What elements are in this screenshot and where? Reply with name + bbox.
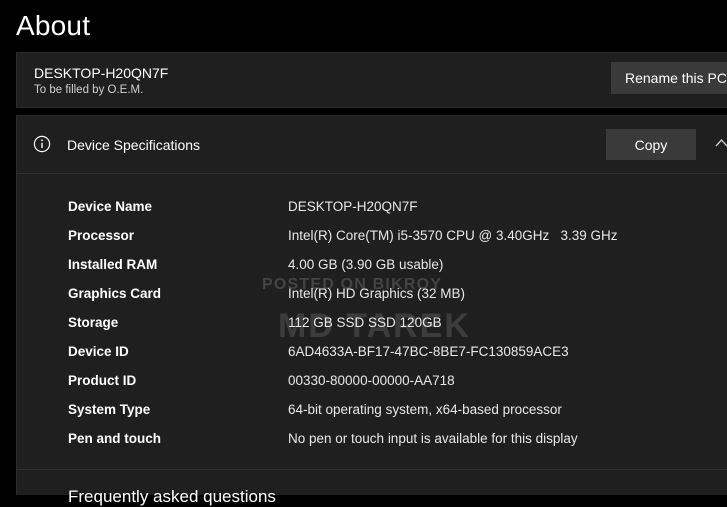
spec-value: Intel(R) Core(TM) i5-3570 CPU @ 3.40GHz …	[288, 228, 618, 243]
info-icon	[33, 135, 51, 153]
spec-label: System Type	[68, 402, 151, 417]
spec-label: Storage	[68, 315, 119, 330]
chevron-up-icon[interactable]	[715, 138, 727, 147]
device-specifications-section: Device Specifications Copy Device Name D…	[16, 115, 727, 506]
copy-button[interactable]: Copy	[606, 129, 696, 160]
spec-label: Graphics Card	[68, 286, 162, 301]
spec-row-processor: Processor Intel(R) Core(TM) i5-3570 CPU …	[68, 228, 718, 248]
related-settings-heading[interactable]: Frequently asked questions	[68, 487, 276, 507]
watermark-name: MD TAREK	[278, 307, 471, 345]
pc-manufacturer-note: To be filled by O.E.M.	[34, 84, 144, 96]
spec-value: No pen or touch input is available for t…	[288, 431, 578, 446]
spec-value: 00330-80000-00000-AA718	[288, 373, 455, 388]
pc-name: DESKTOP-H20QN7F	[34, 65, 169, 81]
device-specifications-header[interactable]: Device Specifications Copy	[17, 116, 727, 174]
spec-row-device-name: Device Name DESKTOP-H20QN7F	[68, 199, 718, 219]
spec-label: Product ID	[68, 373, 137, 388]
spec-row-pen-and-touch: Pen and touch No pen or touch input is a…	[68, 431, 718, 451]
spec-row-installed-ram: Installed RAM 4.00 GB (3.90 GB usable)	[68, 257, 718, 277]
spec-value: 64-bit operating system, x64-based proce…	[288, 402, 562, 417]
spec-label: Device Name	[68, 199, 153, 214]
pc-name-card: DESKTOP-H20QN7F To be filled by O.E.M. R…	[16, 52, 727, 108]
spec-label: Processor	[68, 228, 135, 243]
spec-row-device-id: Device ID 6AD4633A-BF17-47BC-8BE7-FC1308…	[68, 344, 718, 364]
page-title: About	[16, 10, 91, 41]
spec-row-system-type: System Type 64-bit operating system, x64…	[68, 402, 718, 422]
watermark-text: POSTED ON BIKROY	[262, 276, 443, 293]
rename-pc-button[interactable]: Rename this PC	[611, 62, 727, 94]
section-divider	[17, 469, 727, 470]
spec-value: 4.00 GB (3.90 GB usable)	[288, 257, 444, 272]
spec-label: Device ID	[68, 344, 129, 359]
spec-label: Pen and touch	[68, 431, 162, 446]
device-specifications-title: Device Specifications	[67, 137, 201, 153]
spec-value: DESKTOP-H20QN7F	[288, 199, 418, 214]
spec-label: Installed RAM	[68, 257, 158, 272]
spec-value: 6AD4633A-BF17-47BC-8BE7-FC130859ACE3	[288, 344, 569, 359]
spec-row-product-id: Product ID 00330-80000-00000-AA718	[68, 373, 718, 393]
